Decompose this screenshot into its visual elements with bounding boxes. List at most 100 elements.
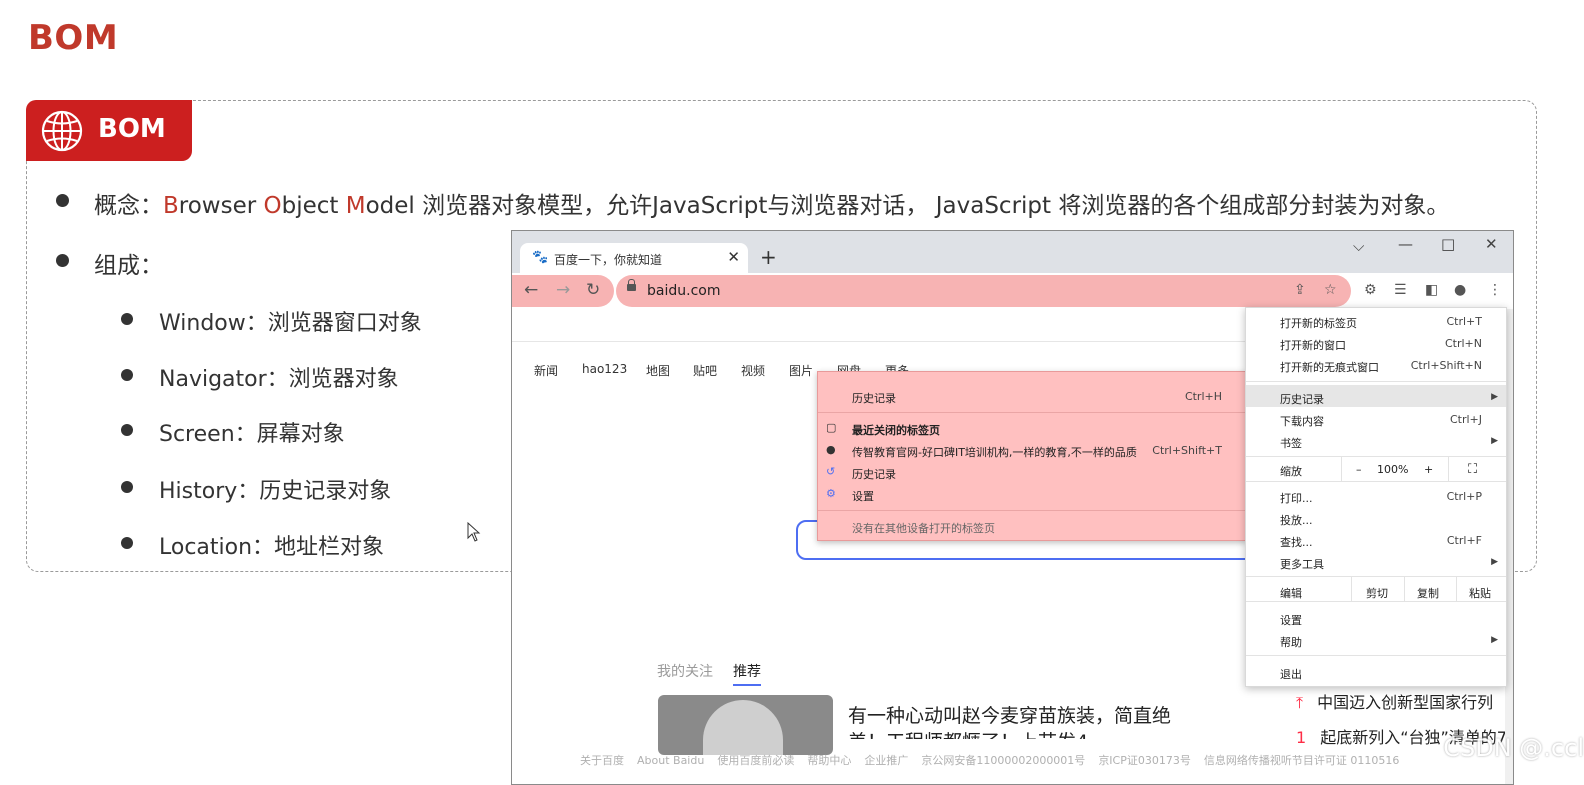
- history-clock-icon: ↺: [826, 465, 836, 478]
- top-pin-icon: ⤒: [1296, 693, 1304, 712]
- hot-rank: 1: [1296, 728, 1307, 747]
- menu-divider: [1246, 576, 1506, 577]
- bookmark-star-icon[interactable]: ☆: [1324, 282, 1337, 298]
- menu-incognito[interactable]: 打开新的无痕式窗口: [1280, 359, 1379, 375]
- menu-cast[interactable]: 投放...: [1280, 512, 1313, 528]
- menu-copy[interactable]: 复制: [1417, 585, 1439, 601]
- footer-link[interactable]: 帮助中心: [807, 754, 851, 767]
- menu-new-window[interactable]: 打开新的窗口: [1280, 337, 1346, 353]
- menu-divider: [818, 412, 1246, 413]
- nav-link-hao123[interactable]: hao123: [582, 362, 627, 376]
- new-tab-icon[interactable]: +: [760, 245, 777, 269]
- menu-incognito-shortcut: Ctrl+Shift+N: [1410, 359, 1482, 372]
- menu-settings[interactable]: 设置: [1280, 612, 1302, 628]
- nav-link-video[interactable]: 视频: [741, 362, 765, 379]
- profile-avatar-icon[interactable]: ●: [1454, 282, 1466, 298]
- close-tab-icon[interactable]: ✕: [727, 248, 740, 266]
- menu-divider: [1246, 381, 1506, 382]
- menu-divider: [1246, 601, 1506, 602]
- share-icon[interactable]: ⇪: [1294, 282, 1306, 298]
- closed-settings-entry[interactable]: 设置: [852, 488, 874, 504]
- nav-link-news[interactable]: 新闻: [534, 362, 558, 379]
- maximize-icon[interactable]: □: [1441, 235, 1455, 253]
- zoom-in-button[interactable]: +: [1424, 463, 1433, 476]
- menu-downloads-shortcut: Ctrl+J: [1449, 413, 1482, 426]
- minimize-icon[interactable]: —: [1398, 235, 1413, 253]
- menu-bookmarks[interactable]: 书签: [1280, 435, 1302, 451]
- closed-tab-shortcut: Ctrl+Shift+T: [1152, 444, 1222, 457]
- footer-link[interactable]: 信息网络传播视听节目许可证 0110516: [1204, 754, 1400, 767]
- footer-link[interactable]: 京公网安备11000002000001号: [921, 754, 1085, 767]
- menu-exit[interactable]: 退出: [1280, 666, 1302, 682]
- footer-link[interactable]: 企业推广: [864, 754, 908, 767]
- news-title[interactable]: 有一种心动叫赵今麦穿苗族装，简直绝: [848, 701, 1171, 728]
- menu-help[interactable]: 帮助: [1280, 634, 1302, 650]
- nav-link-images[interactable]: 图片: [789, 362, 813, 379]
- concept-rest: odel 浏览器对象模型，允许JavaScript与浏览器对话， JavaScr…: [365, 193, 1450, 219]
- footer-link[interactable]: 京ICP证030173号: [1098, 754, 1191, 767]
- lock-icon[interactable]: [627, 279, 636, 291]
- footer-link[interactable]: About Baidu: [637, 754, 704, 767]
- menu-history[interactable]: 历史记录: [1280, 391, 1324, 407]
- footer-link[interactable]: 关于百度: [580, 754, 624, 767]
- submenu-arrow-icon: ▶: [1491, 635, 1498, 645]
- forward-icon[interactable]: →: [556, 280, 570, 300]
- close-window-icon[interactable]: ✕: [1485, 235, 1498, 253]
- side-panel-icon[interactable]: ◧: [1425, 282, 1438, 298]
- menu-new-tab[interactable]: 打开新的标签页: [1280, 315, 1357, 331]
- reload-icon[interactable]: ↻: [586, 280, 600, 300]
- tab-icon: ▢: [826, 421, 837, 434]
- menu-divider: [1246, 481, 1506, 482]
- back-icon[interactable]: ←: [524, 280, 538, 300]
- nav-link-map[interactable]: 地图: [646, 362, 670, 379]
- concept-label: 概念：: [94, 193, 163, 219]
- menu-edit: 编辑: [1280, 587, 1302, 600]
- history-shortcut: Ctrl+H: [1184, 390, 1222, 403]
- closed-history-entry[interactable]: 历史记录: [852, 466, 896, 482]
- address-bar[interactable]: baidu.com: [647, 283, 720, 299]
- bullet-dot: [56, 254, 69, 267]
- news-title-line2[interactable]: 美！工程师都惬了！上节发4: [848, 727, 1088, 739]
- menu-more-tools[interactable]: 更多工具: [1280, 556, 1324, 572]
- chrome-main-menu: 打开新的标签页 Ctrl+T 打开新的窗口 Ctrl+N 打开新的无痕式窗口 C…: [1245, 307, 1507, 687]
- settings-gear-icon: ⚙: [826, 487, 836, 500]
- feed-tab-recommended[interactable]: 推荐: [733, 661, 761, 686]
- menu-paste[interactable]: 粘贴: [1469, 585, 1491, 601]
- hot-list-item[interactable]: ⤒ 中国迈入创新型国家行列: [1296, 689, 1493, 713]
- nav-link-tieba[interactable]: 贴吧: [693, 362, 717, 379]
- page-footer: 关于百度 About Baidu 使用百度前必读 帮助中心 企业推广 京公网安备11000…: [580, 752, 1412, 768]
- sub-bullet-dot: [121, 537, 133, 549]
- menu-divider: [1246, 456, 1506, 457]
- history-submenu: 历史记录 Ctrl+H ▢ 最近关闭的标签页 ● 传智教育官网-好口碑IT培训机…: [817, 371, 1247, 541]
- mouse-cursor-icon: [467, 522, 481, 542]
- page-title: BOM: [28, 18, 119, 58]
- closed-tab-entry[interactable]: 传智教育官网-好口碑IT培训机构,一样的教育,不一样的品质: [852, 444, 1137, 460]
- zoom-divider: [1341, 457, 1342, 481]
- zoom-level: 100%: [1377, 463, 1409, 476]
- menu-print[interactable]: 打印...: [1280, 490, 1313, 506]
- menu-find-shortcut: Ctrl+F: [1446, 534, 1482, 547]
- reading-list-icon[interactable]: ☰: [1394, 282, 1407, 298]
- menu-find[interactable]: 查找...: [1280, 534, 1313, 550]
- menu-divider: [1246, 655, 1506, 656]
- csdn-watermark: CSDN @.ccl: [1443, 734, 1584, 762]
- news-thumbnail[interactable]: [658, 695, 833, 755]
- tab-search-icon[interactable]: ⌵: [1353, 237, 1364, 255]
- more-menu-icon[interactable]: ⋮: [1488, 282, 1502, 298]
- item-navigator: Navigator：浏览器对象: [159, 367, 399, 392]
- zoom-out-button[interactable]: –: [1356, 463, 1362, 476]
- omnibox-highlight: [616, 275, 1351, 307]
- section-badge: BOM: [26, 100, 192, 161]
- fullscreen-icon[interactable]: ⛶: [1468, 462, 1477, 477]
- menu-divider: [818, 510, 1246, 511]
- item-location: Location：地址栏对象: [159, 535, 385, 560]
- history-menu-item[interactable]: 历史记录: [852, 390, 896, 406]
- menu-cut[interactable]: 剪切: [1366, 585, 1388, 601]
- footer-link[interactable]: 使用百度前必读: [717, 754, 794, 767]
- recently-closed-heading: 最近关闭的标签页: [852, 424, 940, 437]
- browser-tab[interactable]: 🐾 百度一下，你就知道 ✕: [520, 243, 748, 273]
- extensions-icon[interactable]: ⚙: [1364, 282, 1377, 298]
- menu-new-window-shortcut: Ctrl+N: [1444, 337, 1482, 350]
- feed-tab-following[interactable]: 我的关注: [657, 661, 713, 681]
- menu-downloads[interactable]: 下载内容: [1280, 413, 1324, 429]
